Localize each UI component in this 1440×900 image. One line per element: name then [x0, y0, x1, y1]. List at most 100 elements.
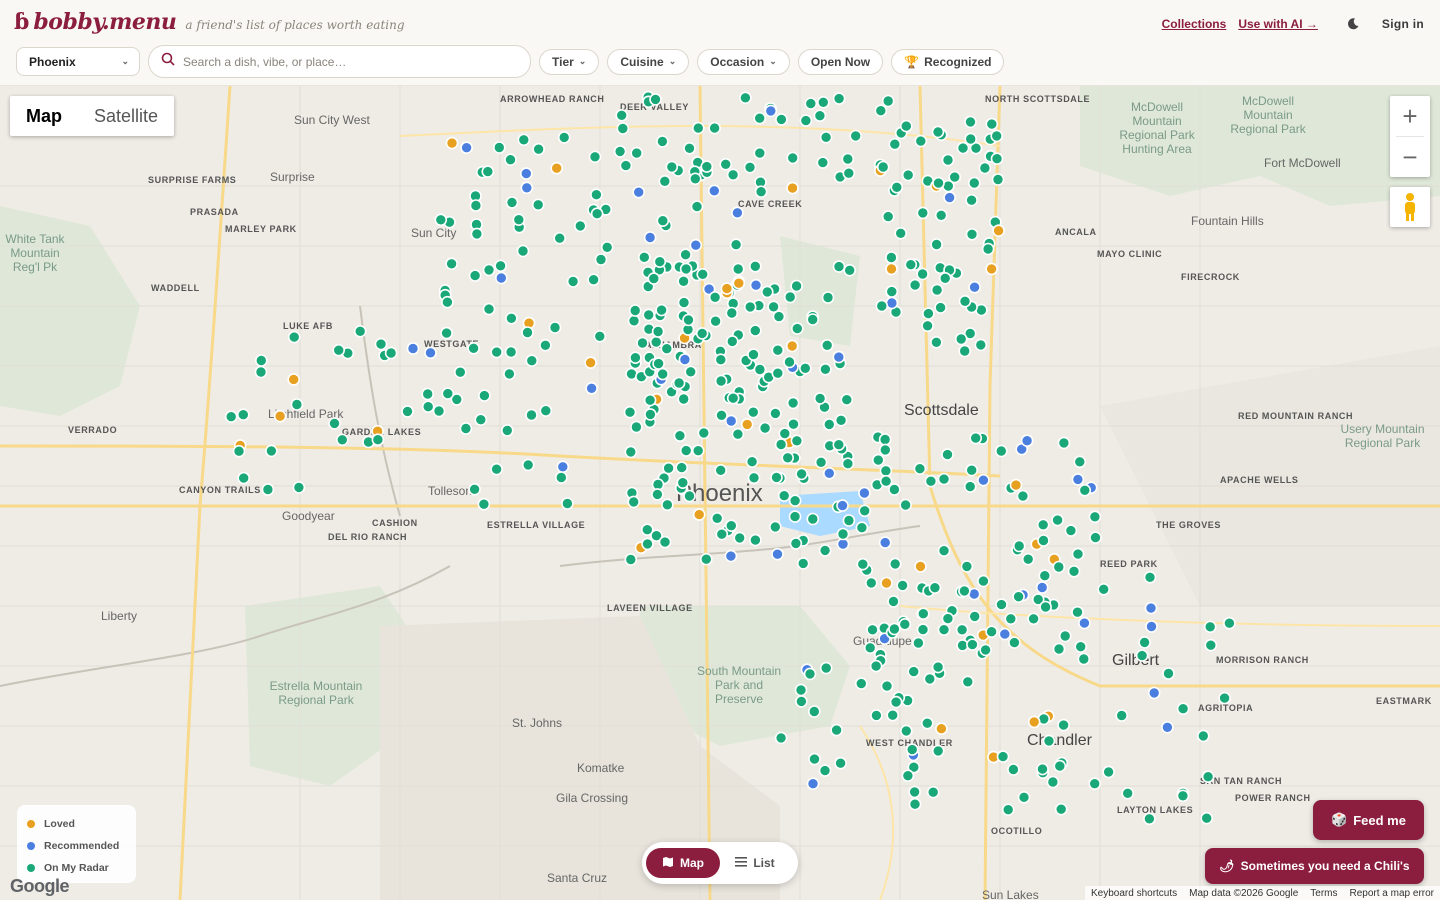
restaurant-pin[interactable] — [926, 785, 940, 799]
restaurant-pin[interactable] — [869, 659, 883, 673]
restaurant-pin[interactable] — [788, 494, 802, 508]
restaurant-pin[interactable] — [401, 405, 414, 418]
restaurant-pin[interactable] — [881, 210, 895, 223]
restaurant-pin[interactable] — [683, 141, 696, 155]
restaurant-pin[interactable] — [490, 462, 503, 476]
restaurant-pin[interactable] — [557, 131, 571, 144]
restaurant-pin[interactable] — [821, 291, 835, 304]
restaurant-pin[interactable] — [726, 391, 740, 405]
restaurant-pin[interactable] — [994, 444, 1008, 458]
restaurant-pin[interactable] — [832, 350, 846, 364]
restaurant-pin[interactable] — [328, 417, 341, 430]
restaurant-pin[interactable] — [1021, 552, 1035, 566]
restaurant-pin[interactable] — [1027, 715, 1041, 729]
restaurant-pin[interactable] — [658, 535, 672, 549]
restaurant-pin[interactable] — [914, 134, 928, 148]
restaurant-pin[interactable] — [593, 330, 607, 343]
restaurant-pin[interactable] — [881, 94, 895, 108]
restaurant-pin[interactable] — [781, 451, 795, 465]
restaurant-pin[interactable] — [675, 461, 689, 474]
restaurant-pin[interactable] — [494, 259, 507, 273]
restaurant-pin[interactable] — [753, 111, 767, 125]
restaurant-pin[interactable] — [554, 471, 568, 484]
restaurant-pin[interactable] — [954, 332, 968, 346]
restaurant-pin[interactable] — [505, 196, 519, 209]
restaurant-pin[interactable] — [710, 511, 724, 525]
restaurant-pin[interactable] — [292, 481, 306, 494]
restaurant-pin[interactable] — [783, 355, 796, 369]
restaurant-pin[interactable] — [958, 584, 971, 598]
restaurant-pin[interactable] — [374, 337, 388, 351]
restaurant-pin[interactable] — [637, 251, 651, 264]
restaurant-pin[interactable] — [665, 160, 679, 174]
restaurant-pin[interactable] — [627, 314, 641, 328]
restaurant-pin[interactable] — [937, 623, 951, 637]
restaurant-pin[interactable] — [715, 527, 729, 541]
restaurant-pin[interactable] — [731, 206, 744, 220]
restaurant-pin[interactable] — [930, 335, 943, 349]
restaurant-pin[interactable] — [684, 365, 698, 379]
restaurant-pin[interactable] — [647, 272, 661, 285]
restaurant-pin[interactable] — [641, 537, 654, 551]
restaurant-pin[interactable] — [836, 527, 850, 541]
restaurant-pin[interactable] — [977, 574, 990, 588]
restaurant-pin[interactable] — [261, 483, 275, 496]
restaurant-pin[interactable] — [992, 224, 1005, 237]
restaurant-pin[interactable] — [937, 472, 951, 486]
restaurant-pin[interactable] — [697, 426, 711, 440]
restaurant-pin[interactable] — [689, 238, 703, 252]
restaurant-pin[interactable] — [832, 438, 846, 452]
restaurant-pin[interactable] — [505, 312, 518, 325]
restaurant-pin[interactable] — [624, 445, 638, 459]
restaurant-pin[interactable] — [786, 181, 799, 195]
restaurant-pin[interactable] — [371, 433, 385, 447]
restaurant-pin[interactable] — [991, 173, 1005, 186]
restaurant-pin[interactable] — [421, 387, 435, 401]
restaurant-pin[interactable] — [1036, 518, 1050, 532]
restaurant-pin[interactable] — [912, 636, 925, 650]
restaurant-pin[interactable] — [1176, 702, 1190, 716]
restaurant-pin[interactable] — [996, 750, 1010, 763]
restaurant-pins-layer[interactable] — [0, 86, 1440, 900]
restaurant-pin[interactable] — [445, 257, 458, 271]
restaurant-pin[interactable] — [855, 521, 869, 535]
restaurant-pin[interactable] — [981, 242, 995, 256]
restaurant-pin[interactable] — [832, 92, 846, 105]
restaurant-pin[interactable] — [783, 290, 797, 304]
restaurant-pin[interactable] — [481, 165, 495, 178]
restaurant-pin[interactable] — [714, 353, 728, 367]
restaurant-pin[interactable] — [955, 623, 969, 637]
restaurant-pin[interactable] — [858, 504, 872, 518]
restaurant-pin[interactable] — [1162, 667, 1175, 680]
restaurant-pin[interactable] — [630, 146, 644, 160]
restaurant-pin[interactable] — [934, 301, 947, 314]
restaurant-pin[interactable] — [453, 365, 467, 379]
restaurant-pin[interactable] — [814, 455, 828, 469]
restaurant-pin[interactable] — [531, 198, 545, 212]
restaurant-pin[interactable] — [870, 709, 883, 722]
restaurant-pin[interactable] — [813, 392, 827, 405]
restaurant-pin[interactable] — [1200, 811, 1213, 825]
restaurant-pin[interactable] — [878, 433, 892, 446]
restaurant-pin[interactable] — [1020, 434, 1034, 448]
restaurant-pin[interactable] — [656, 214, 670, 227]
restaurant-pin[interactable] — [644, 408, 657, 421]
restaurant-pin[interactable] — [653, 255, 667, 268]
search-input[interactable]: Search a dish, vibe, or place… — [148, 45, 531, 78]
restaurant-pin[interactable] — [749, 278, 763, 292]
restaurant-pin[interactable] — [886, 708, 900, 722]
restaurant-pin[interactable] — [1001, 803, 1015, 817]
restaurant-pin[interactable] — [894, 227, 908, 240]
restaurant-pin[interactable] — [841, 152, 855, 166]
restaurant-pin[interactable] — [504, 345, 518, 359]
restaurant-pin[interactable] — [432, 404, 446, 418]
keyboard-shortcuts-link[interactable]: Keyboard shortcuts — [1091, 888, 1177, 899]
sign-in-link[interactable]: Sign in — [1382, 17, 1424, 31]
restaurant-pin[interactable] — [964, 115, 977, 129]
restaurant-pin[interactable] — [740, 418, 754, 431]
restaurant-pin[interactable] — [908, 278, 922, 292]
restaurant-pin[interactable] — [928, 581, 942, 595]
restaurant-pin[interactable] — [460, 141, 473, 155]
restaurant-pin[interactable] — [1147, 686, 1161, 700]
restaurant-pin[interactable] — [254, 354, 268, 367]
